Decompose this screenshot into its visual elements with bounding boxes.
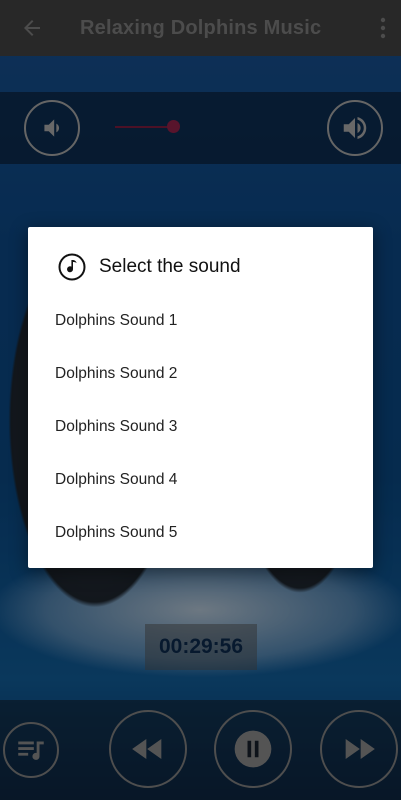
sound-option-3[interactable]: Dolphins Sound 3 xyxy=(28,400,373,453)
sound-option-label: Dolphins Sound 4 xyxy=(55,470,178,488)
sound-option-4[interactable]: Dolphins Sound 4 xyxy=(28,453,373,506)
music-note-icon xyxy=(58,253,86,281)
sound-option-label: Dolphins Sound 2 xyxy=(55,364,178,382)
sound-option-label: Dolphins Sound 1 xyxy=(55,311,178,329)
sound-option-5[interactable]: Dolphins Sound 5 xyxy=(28,506,373,559)
dialog-title: Select the sound xyxy=(99,256,241,277)
sound-option-label: Dolphins Sound 3 xyxy=(55,417,178,435)
sound-option-label: Dolphins Sound 5 xyxy=(55,523,178,541)
sound-option-2[interactable]: Dolphins Sound 2 xyxy=(28,347,373,400)
dialog-header: Select the sound xyxy=(58,252,241,282)
sound-option-1[interactable]: Dolphins Sound 1 xyxy=(28,294,373,347)
select-sound-dialog: Select the sound Dolphins Sound 1 Dolphi… xyxy=(28,227,373,568)
